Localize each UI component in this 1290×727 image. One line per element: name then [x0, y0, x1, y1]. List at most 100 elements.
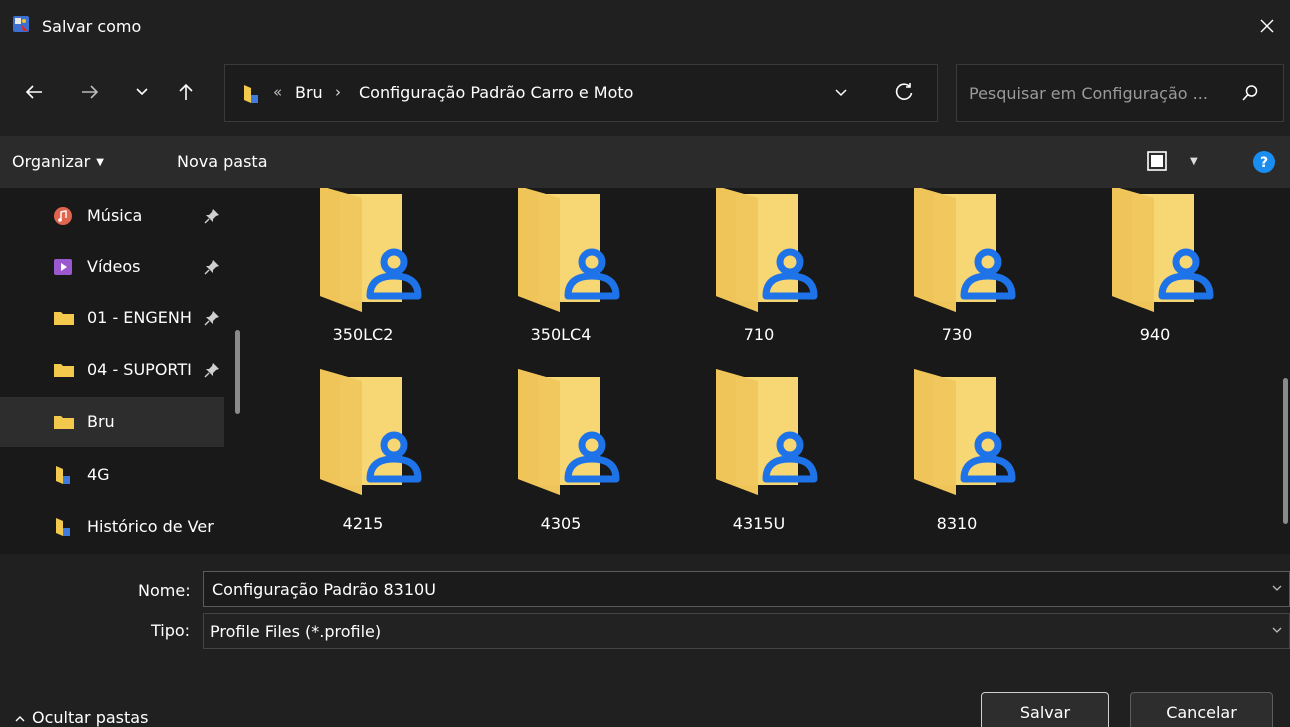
folder-item[interactable]: 940: [1080, 188, 1230, 364]
folder-item-label: 350LC4: [530, 325, 592, 344]
sidebar-item-videos[interactable]: Vídeos: [8, 242, 224, 292]
shared-user-folder-icon: [914, 188, 1016, 312]
sidebar-item-label: Vídeos: [87, 257, 141, 276]
shared-folder-icon: [56, 518, 70, 536]
folder-item-label: 8310: [936, 514, 978, 533]
navigation-pane[interactable]: Música Vídeos 01 - ENGENH 04 - SUPORTI B…: [0, 188, 256, 554]
organize-menu[interactable]: Organizar ▼: [12, 152, 104, 171]
sidebar-item-label: 01 - ENGENH: [87, 308, 192, 327]
search-input[interactable]: [969, 82, 1229, 104]
shared-user-folder-icon: [1112, 188, 1214, 312]
folder-item[interactable]: 350LC4: [486, 188, 636, 364]
folder-item[interactable]: 710: [684, 188, 834, 364]
file-name-combobox[interactable]: [203, 571, 1290, 607]
name-label: Nome:: [138, 581, 191, 600]
title-bar: Salvar como: [0, 0, 1290, 52]
folder-item-label: 710: [743, 325, 775, 344]
folder-item-label: 4315U: [732, 514, 786, 533]
sidebar-item-musica[interactable]: Música: [8, 191, 224, 241]
sidebar-item-04-suporte[interactable]: 04 - SUPORTI: [8, 345, 224, 395]
chevron-down-icon[interactable]: [833, 84, 849, 100]
folder-icon: [54, 364, 74, 377]
shared-user-folder-icon: [716, 369, 818, 495]
file-type-select[interactable]: Profile Files (*.profile): [203, 613, 1290, 649]
chevron-up-icon: [15, 715, 25, 721]
forward-button[interactable]: [72, 74, 108, 110]
pin-icon[interactable]: [204, 259, 220, 275]
search-icon[interactable]: [1241, 84, 1259, 102]
sidebar-item-label: 4G: [87, 465, 110, 484]
address-bar[interactable]: « Bru › Configuração Padrão Carro e Moto: [224, 64, 938, 122]
view-options-caret-icon[interactable]: ▼: [1190, 156, 1198, 167]
back-button[interactable]: [16, 74, 52, 110]
folder-item-label: 350LC2: [332, 325, 394, 344]
chevron-down-icon[interactable]: [1271, 582, 1283, 594]
pin-icon[interactable]: [204, 310, 220, 326]
arrow-up-icon: [179, 83, 193, 100]
folder-icon: [54, 416, 74, 429]
hide-folders-toggle[interactable]: Ocultar pastas: [14, 708, 148, 727]
shared-folder-icon: [56, 466, 70, 484]
hide-folders-label: Ocultar pastas: [32, 708, 149, 727]
up-button[interactable]: [168, 74, 204, 110]
close-button[interactable]: [1244, 0, 1290, 52]
arrow-right-icon: [82, 85, 99, 99]
address-overflow[interactable]: «: [273, 83, 282, 101]
folder-item[interactable]: 730: [882, 188, 1032, 364]
folder-item[interactable]: 8310: [882, 367, 1032, 547]
recent-locations-button[interactable]: [124, 74, 160, 110]
sidebar-item-01-engenharia[interactable]: 01 - ENGENH: [8, 293, 224, 343]
view-toggle-icon[interactable]: [1146, 150, 1168, 172]
content-scrollbar[interactable]: [1283, 378, 1288, 524]
music-icon: [54, 207, 72, 225]
refresh-icon[interactable]: [893, 81, 915, 103]
folder-item-label: 4305: [540, 514, 582, 533]
folder-item[interactable]: 4315U: [684, 367, 834, 547]
command-bar: Organizar ▼ Nova pasta ▼: [0, 136, 1290, 188]
folder-icon: [54, 312, 74, 325]
save-form: Nome: Tipo: Profile Files (*.profile) Oc…: [0, 554, 1290, 727]
pin-icon[interactable]: [204, 362, 220, 378]
save-button[interactable]: Salvar: [981, 692, 1109, 727]
file-name-input[interactable]: [212, 578, 1112, 600]
shared-user-folder-icon: [320, 369, 422, 495]
folder-item[interactable]: 350LC2: [288, 188, 438, 364]
shared-user-folder-icon: [914, 369, 1016, 495]
chevron-down-icon[interactable]: [1271, 624, 1283, 636]
close-icon: [1260, 19, 1274, 33]
sidebar-item-bru[interactable]: Bru: [0, 397, 224, 447]
new-folder-button[interactable]: Nova pasta: [177, 152, 268, 171]
app-icon: [13, 16, 29, 32]
sidebar-item-label: Música: [87, 206, 143, 225]
folder-item-label: 4215: [342, 514, 384, 533]
folder-item[interactable]: 4305: [486, 367, 636, 547]
sidebar-item-label: Bru: [87, 412, 115, 431]
shared-user-folder-icon: [518, 188, 620, 312]
help-icon[interactable]: ?: [1252, 150, 1276, 174]
window-title: Salvar como: [42, 17, 142, 36]
caret-down-icon: ▼: [96, 157, 104, 168]
shared-folder-icon: [244, 85, 258, 103]
type-label: Tipo:: [151, 621, 191, 640]
folder-item-label: 730: [941, 325, 973, 344]
breadcrumb-bru[interactable]: Bru: [295, 83, 323, 102]
folder-item[interactable]: 4215: [288, 367, 438, 547]
sidebar-scrollbar[interactable]: [235, 330, 240, 414]
shared-user-folder-icon: [320, 188, 422, 312]
folder-item-label: 940: [1139, 325, 1171, 344]
arrow-left-icon: [25, 85, 42, 99]
file-list[interactable]: 350LC2 350LC4 710 730 940 4215 4305 4315U 8310: [256, 188, 1290, 554]
sidebar-item-label: 04 - SUPORTI: [87, 360, 192, 379]
chevron-down-icon: [136, 88, 148, 96]
breadcrumb-separator[interactable]: ›: [335, 83, 341, 101]
organize-label: Organizar: [12, 152, 91, 171]
search-box[interactable]: [956, 64, 1284, 122]
sidebar-item-4g[interactable]: 4G: [8, 450, 224, 500]
sidebar-item-historico[interactable]: Histórico de Ver: [8, 502, 224, 552]
videos-icon: [54, 259, 72, 275]
pin-icon[interactable]: [204, 208, 220, 224]
sidebar-item-label: Histórico de Ver: [87, 517, 214, 536]
breadcrumb-current[interactable]: Configuração Padrão Carro e Moto: [359, 83, 633, 102]
file-type-value: Profile Files (*.profile): [210, 622, 382, 641]
cancel-button[interactable]: Cancelar: [1130, 692, 1273, 727]
